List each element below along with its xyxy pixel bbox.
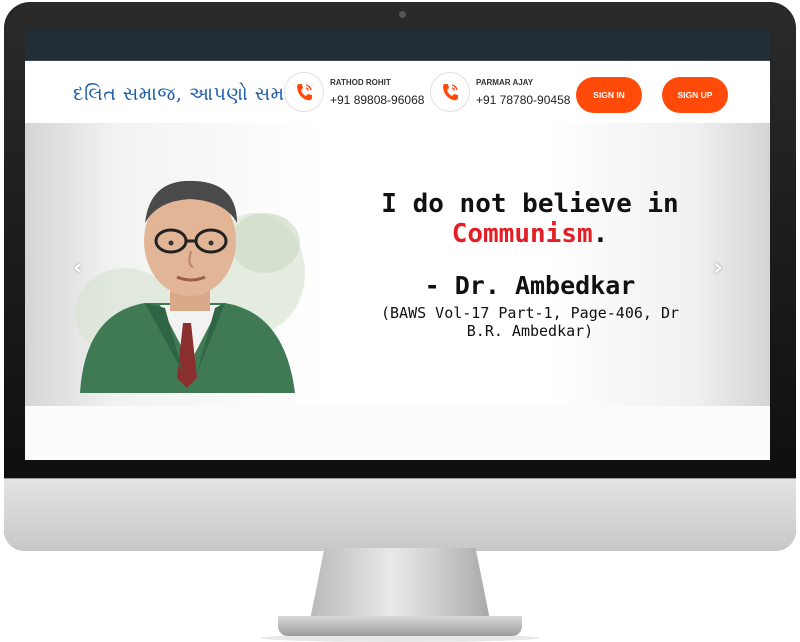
contact-parmar: PARMAR AJAY +91 78780-90458 xyxy=(430,72,570,112)
site-header: દલિત સમાજ, આપણો સમાજ RATHOD ROHIT +91 89… xyxy=(25,61,770,123)
quote-source-1: (BAWS Vol-17 Part-1, Page-406, Dr xyxy=(380,304,679,322)
top-bar xyxy=(25,30,770,61)
contact-rathod: RATHOD ROHIT +91 89808-96068 xyxy=(284,72,424,112)
ambedkar-portrait xyxy=(75,180,305,393)
quote-line-2: Communism. xyxy=(325,219,735,249)
quote-period: . xyxy=(592,219,609,249)
chevron-left-icon[interactable]: ‹ xyxy=(73,253,83,281)
phone-icon xyxy=(430,72,470,112)
sign-in-button[interactable]: SIGN IN xyxy=(576,77,642,113)
quote-source-2: B.R. Ambedkar) xyxy=(466,322,594,340)
monitor-stand-neck xyxy=(310,548,490,620)
quote-line-1: I do not believe in xyxy=(381,189,679,219)
browser-screen: દલિત સમાજ, આપણો સમાજ RATHOD ROHIT +91 89… xyxy=(25,30,770,460)
phone-icon xyxy=(284,72,324,112)
chevron-right-icon[interactable]: › xyxy=(713,253,723,281)
hero-slider: I do not believe in Communism. - Dr. Amb… xyxy=(25,123,770,406)
quote-author: - Dr. Ambedkar xyxy=(424,271,636,300)
site-logo[interactable]: દલિત સમાજ, આપણો સમાજ xyxy=(73,83,308,105)
webcam xyxy=(399,11,406,18)
contact-name: PARMAR AJAY xyxy=(476,77,534,87)
monitor-stand-base xyxy=(278,616,522,636)
content-area xyxy=(25,406,770,460)
contact-name: RATHOD ROHIT xyxy=(330,77,391,87)
monitor-chin xyxy=(4,478,796,551)
slide-quote: I do not believe in Communism. - Dr. Amb… xyxy=(325,189,735,340)
quote-highlight: Communism xyxy=(451,219,593,249)
sign-up-button[interactable]: SIGN UP xyxy=(662,77,728,113)
contact-phone[interactable]: +91 78780-90458 xyxy=(476,93,570,107)
contact-phone[interactable]: +91 89808-96068 xyxy=(330,93,424,107)
